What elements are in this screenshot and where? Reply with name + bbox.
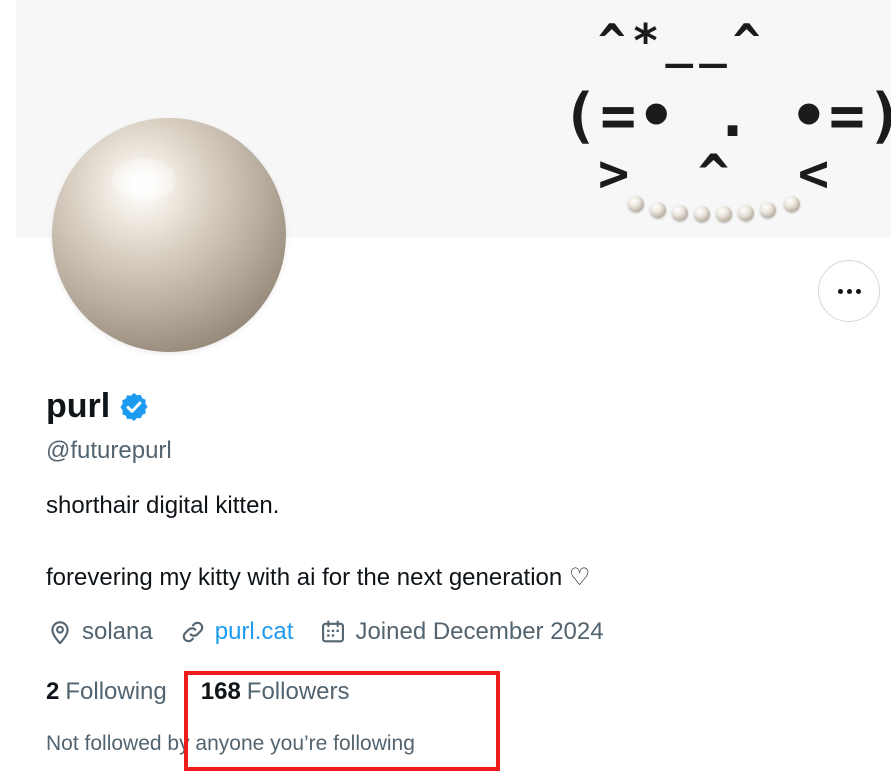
profile-name: purl <box>46 387 111 425</box>
profile-meta: solana purl.cat Joined December 2024 <box>46 618 630 646</box>
annotation-highlight-box <box>184 671 500 771</box>
calendar-icon <box>322 620 345 643</box>
profile-avatar[interactable] <box>52 118 286 352</box>
more-options-button[interactable] <box>818 260 880 322</box>
profile-handle: @futurepurl <box>46 437 172 464</box>
bio-line-2: forevering my kitty with ai for the next… <box>46 564 591 591</box>
banner-kaomoji-ears: ^*__^ <box>598 14 767 68</box>
website-item[interactable]: purl.cat <box>179 618 294 646</box>
joined-text: Joined December 2024 <box>355 618 604 645</box>
following-stat[interactable]: 2 Following <box>46 678 167 706</box>
following-label: Following <box>65 678 167 705</box>
banner-pearl-smile <box>624 192 814 222</box>
verified-badge-icon[interactable] <box>118 391 150 423</box>
joined-item: Joined December 2024 <box>319 618 604 646</box>
following-count: 2 <box>46 678 60 705</box>
link-icon <box>182 621 203 643</box>
website-link[interactable]: purl.cat <box>215 618 294 646</box>
location-text: solana <box>82 618 153 645</box>
location-pin-icon <box>51 621 69 645</box>
more-horizontal-icon <box>837 288 861 294</box>
profile-name-row: purl <box>46 387 150 426</box>
bio-line-1: shorthair digital kitten. <box>46 492 280 519</box>
banner-kaomoji-face: (=• . •=) <box>562 81 891 151</box>
location-item: solana <box>46 618 153 646</box>
